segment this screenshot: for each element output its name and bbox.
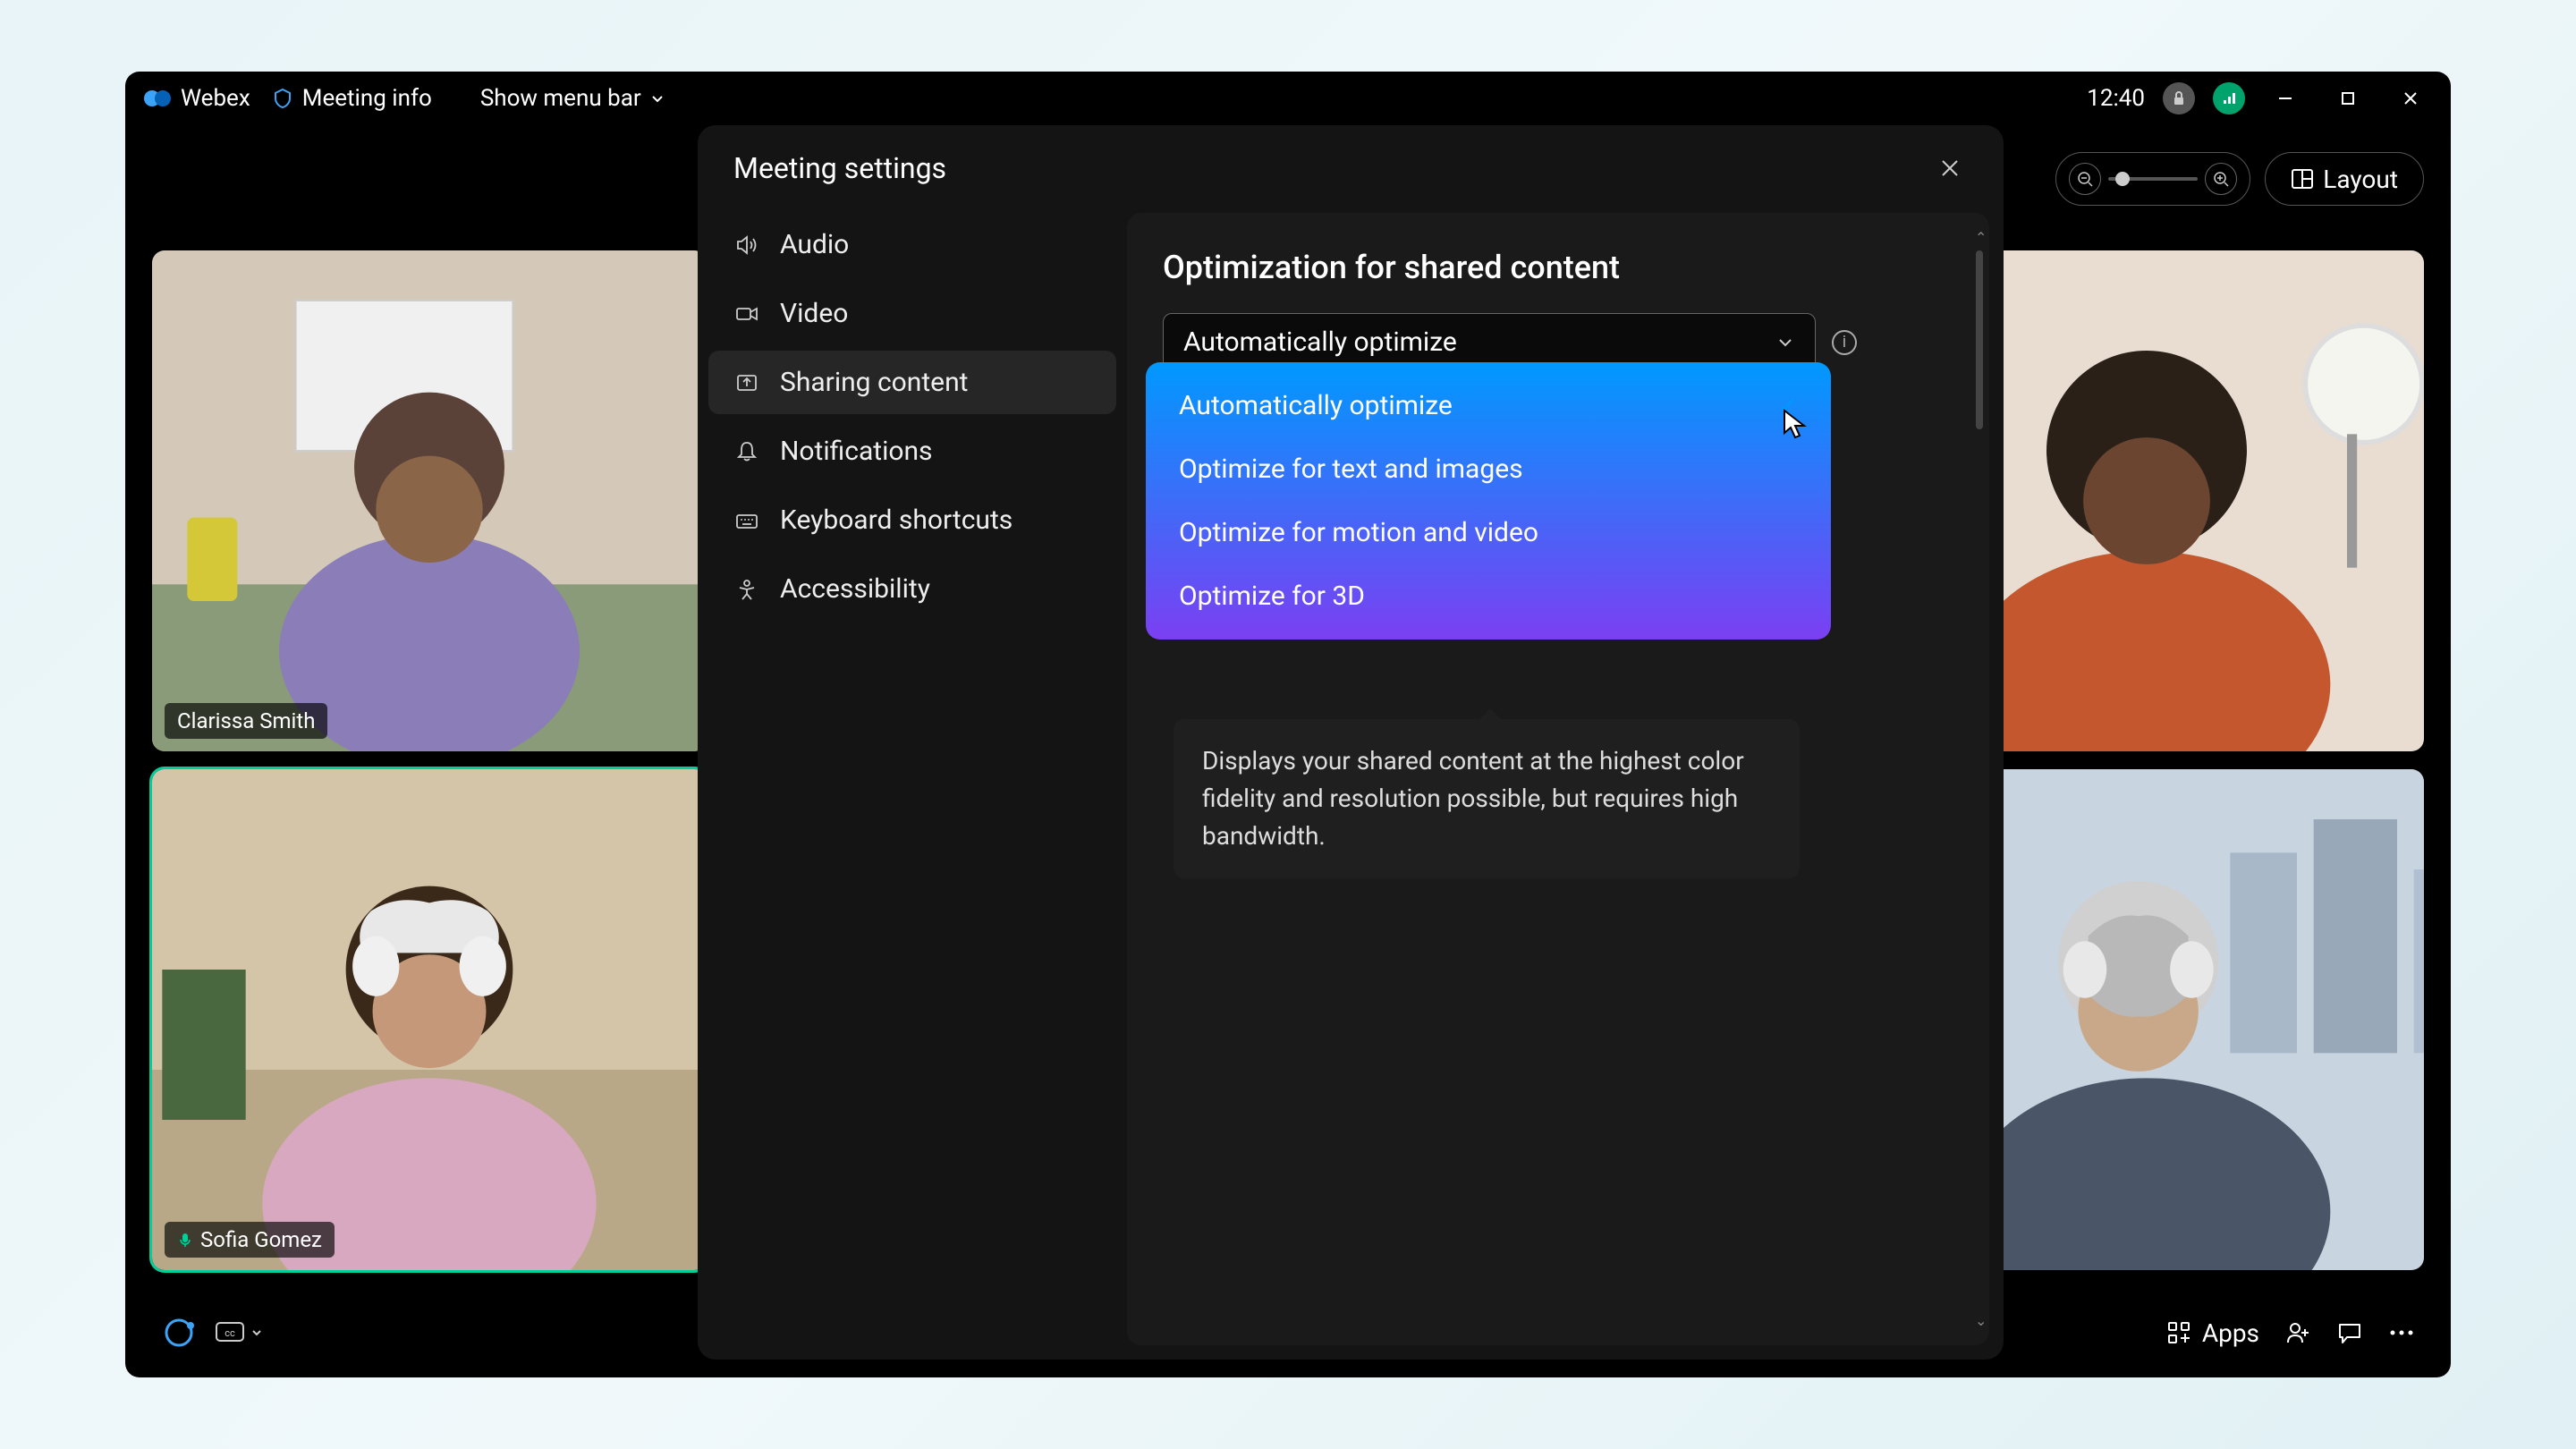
- participant-name: Clarissa Smith: [177, 708, 315, 733]
- content-scrollbar[interactable]: ⌃ ⌄: [1975, 229, 1984, 1329]
- layout-icon: [2291, 167, 2314, 191]
- option-tooltip: Displays your shared content at the high…: [1174, 719, 1800, 878]
- view-toolbar: Layout: [2055, 152, 2424, 206]
- optimization-dropdown: Automatically optimize ✓ Optimize for te…: [1148, 365, 1828, 637]
- show-menu-bar-button[interactable]: Show menu bar: [480, 85, 666, 112]
- speaker-icon: [735, 233, 758, 257]
- option-label: Automatically optimize: [1179, 390, 1453, 421]
- minimize-icon: [2277, 90, 2293, 106]
- dropdown-option-text-images[interactable]: Optimize for text and images: [1152, 437, 1825, 501]
- keyboard-icon: [735, 509, 758, 532]
- menu-bar-label: Show menu bar: [480, 85, 641, 112]
- minimize-button[interactable]: [2263, 82, 2308, 114]
- closed-captions-button[interactable]: cc: [215, 1319, 263, 1346]
- sidebar-item-accessibility[interactable]: Accessibility: [708, 557, 1116, 621]
- dropdown-option-3d[interactable]: Optimize for 3D: [1152, 564, 1825, 633]
- webex-icon: [143, 84, 172, 113]
- dropdown-option-auto[interactable]: Automatically optimize ✓: [1152, 369, 1825, 437]
- scroll-down-arrow[interactable]: ⌄: [1975, 1312, 1984, 1329]
- chat-icon[interactable]: [2336, 1319, 2363, 1346]
- titlebar: Webex Meeting info Show menu bar 12:40: [125, 72, 2451, 125]
- name-tag: Sofia Gomez: [165, 1222, 335, 1258]
- meeting-info-button[interactable]: Meeting info: [272, 85, 432, 112]
- dialog-title: Meeting settings: [733, 151, 946, 185]
- sidebar-item-label: Video: [780, 298, 848, 329]
- participant-video: [152, 250, 707, 751]
- participant-name: Sofia Gomez: [200, 1227, 322, 1252]
- option-label: Optimize for 3D: [1179, 580, 1365, 612]
- app-window: Webex Meeting info Show menu bar 12:40: [125, 72, 2451, 1377]
- dialog-close-button[interactable]: [1932, 150, 1968, 186]
- video-tile-active[interactable]: Sofia Gomez: [152, 769, 707, 1270]
- clock: 12:40: [2087, 85, 2145, 112]
- shield-icon: [272, 88, 293, 109]
- participant-video: [152, 769, 707, 1270]
- scroll-up-arrow[interactable]: ⌃: [1975, 229, 1984, 246]
- settings-content-panel: Optimization for shared content Automati…: [1127, 213, 1989, 1345]
- zoom-out-icon: [2077, 171, 2093, 187]
- sidebar-item-notifications[interactable]: Notifications: [708, 419, 1116, 483]
- sidebar-item-label: Notifications: [780, 436, 933, 467]
- info-icon[interactable]: i: [1832, 330, 1857, 355]
- scroll-thumb[interactable]: [1976, 250, 1983, 429]
- sidebar-item-sharing-content[interactable]: Sharing content: [708, 351, 1116, 414]
- sidebar-item-label: Audio: [780, 229, 849, 260]
- zoom-out-button[interactable]: [2069, 163, 2101, 195]
- bell-icon: [735, 440, 758, 463]
- mic-icon: [177, 1232, 193, 1248]
- sidebar-item-keyboard-shortcuts[interactable]: Keyboard shortcuts: [708, 488, 1116, 552]
- meeting-settings-dialog: Meeting settings Audio Video Sharing con…: [698, 125, 2004, 1360]
- chevron-down-icon: [648, 89, 666, 107]
- sidebar-item-label: Accessibility: [780, 573, 930, 605]
- maximize-icon: [2341, 91, 2355, 106]
- sidebar-item-label: Sharing content: [780, 367, 968, 398]
- close-window-button[interactable]: [2388, 82, 2433, 114]
- chevron-down-icon: [1775, 333, 1795, 352]
- lock-button[interactable]: [2163, 82, 2195, 114]
- check-icon: ✓: [1778, 393, 1798, 419]
- layout-label: Layout: [2323, 165, 2398, 194]
- sidebar-item-audio[interactable]: Audio: [708, 213, 1116, 276]
- more-icon[interactable]: [2388, 1328, 2415, 1337]
- chevron-down-icon: [250, 1326, 263, 1339]
- participants-icon[interactable]: [2284, 1319, 2311, 1346]
- app-name: Webex: [181, 85, 250, 112]
- signal-icon: [2221, 90, 2237, 106]
- maximize-button[interactable]: [2326, 82, 2370, 114]
- lock-icon: [2171, 90, 2187, 106]
- zoom-control[interactable]: [2055, 152, 2250, 206]
- close-icon: [1940, 158, 1960, 178]
- option-label: Optimize for motion and video: [1179, 517, 1538, 548]
- signal-button[interactable]: [2213, 82, 2245, 114]
- zoom-in-button[interactable]: [2205, 163, 2237, 195]
- content-heading: Optimization for shared content: [1163, 249, 1953, 286]
- name-tag: Clarissa Smith: [165, 703, 327, 739]
- svg-text:cc: cc: [225, 1327, 235, 1339]
- apps-label: Apps: [2202, 1318, 2259, 1348]
- apps-icon: [2166, 1320, 2191, 1345]
- zoom-slider[interactable]: [2108, 177, 2198, 181]
- accessibility-icon: [735, 578, 758, 601]
- apps-button[interactable]: Apps: [2166, 1318, 2259, 1348]
- layout-button[interactable]: Layout: [2265, 152, 2424, 206]
- sidebar-item-video[interactable]: Video: [708, 282, 1116, 345]
- zoom-in-icon: [2213, 171, 2229, 187]
- video-tile[interactable]: Clarissa Smith: [152, 250, 707, 751]
- close-icon: [2402, 90, 2419, 106]
- select-value: Automatically optimize: [1183, 326, 1457, 358]
- sidebar-item-label: Keyboard shortcuts: [780, 504, 1013, 536]
- cc-icon: cc: [215, 1319, 245, 1346]
- settings-sidebar: Audio Video Sharing content Notification…: [698, 204, 1127, 1360]
- meeting-info-label: Meeting info: [302, 85, 432, 112]
- dropdown-option-motion-video[interactable]: Optimize for motion and video: [1152, 501, 1825, 564]
- video-icon: [735, 302, 758, 326]
- share-icon: [735, 371, 758, 394]
- option-label: Optimize for text and images: [1179, 453, 1523, 485]
- assistant-icon[interactable]: [161, 1315, 197, 1351]
- app-logo: Webex: [143, 84, 250, 113]
